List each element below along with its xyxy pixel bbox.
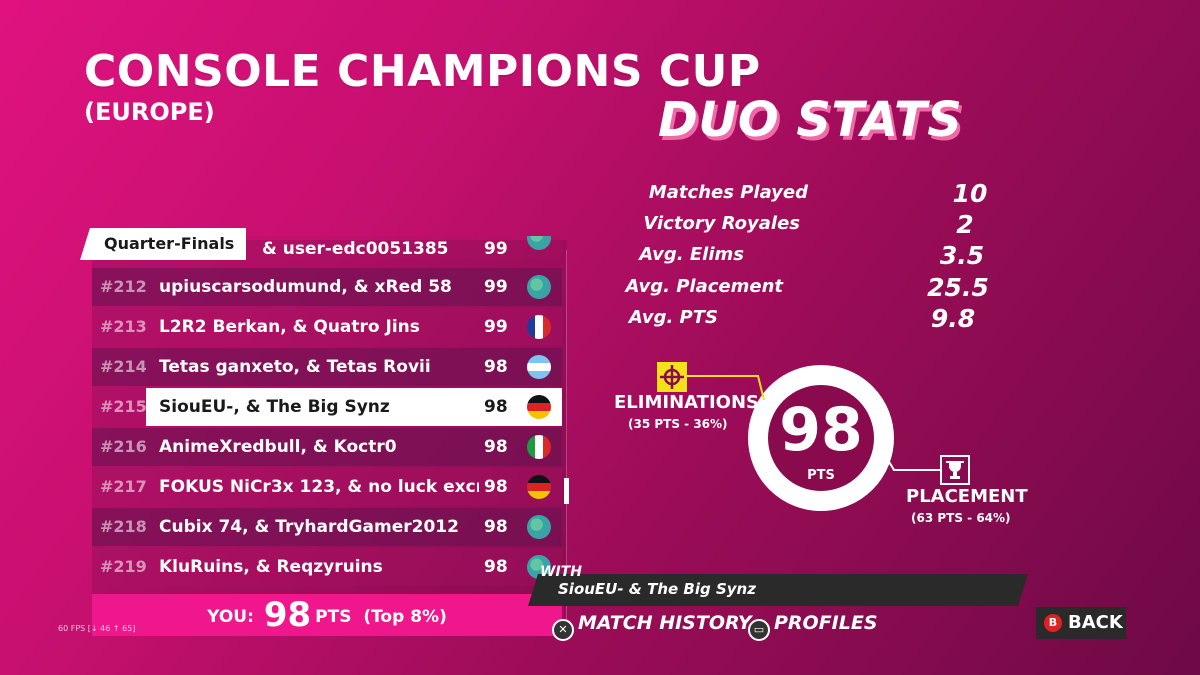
row-names: L2R2 Berkan, & Quatro Jins: [159, 317, 420, 337]
teammate-names: SiouEU- & The Big Synz: [558, 580, 756, 598]
total-points-label: PTS: [807, 468, 835, 483]
row-rank: #217: [100, 477, 147, 496]
match-history-label: MATCH HISTORY: [578, 612, 752, 634]
row-names: & user-edc0051385: [262, 239, 449, 258]
with-label: WITH: [540, 564, 582, 580]
you-prefix: YOU:: [207, 607, 254, 627]
table-row[interactable]: #219 KluRuins, & Reqzyruins 98: [92, 548, 562, 586]
table-row[interactable]: #217 FOKUS NiCr3x 123, & no luck excro 9…: [92, 468, 562, 506]
stat-label: Avg. Placement: [625, 276, 783, 297]
profiles-label: PROFILES: [774, 612, 878, 634]
row-points: 98: [484, 477, 508, 497]
you-unit: PTS: [315, 607, 352, 627]
match-history-button[interactable]: ✕ MATCH HISTORY: [552, 612, 752, 641]
row-names: Tetas ganxeto, & Tetas Rovii: [159, 357, 431, 377]
back-label: BACK: [1068, 612, 1123, 633]
row-names: KluRuins, & Reqzyruins: [159, 557, 383, 577]
stat-value: 2: [956, 210, 974, 239]
stat-value: 10: [952, 179, 988, 208]
row-points: 98: [484, 517, 508, 537]
fps-counter: 60 FPS [↓ 46 ↑ 65]: [58, 624, 136, 633]
you-rank: (Top 8%): [363, 607, 447, 627]
stat-label: Avg. Elims: [639, 244, 744, 265]
row-rank: #216: [100, 437, 147, 456]
row-names: AnimeXredbull, & Koctr0: [159, 437, 397, 457]
row-names: SiouEU-, & The Big Synz: [159, 397, 390, 417]
row-points: 98: [484, 437, 508, 457]
crosshair-icon: [657, 362, 687, 392]
row-points: 99: [484, 317, 508, 337]
stat-row-placement: Avg. Placement 25.5: [600, 273, 1020, 306]
placement-leader-line: [888, 460, 940, 471]
stat-row-victories: Victory Royales 2: [600, 210, 1020, 243]
table-row[interactable]: #216 AnimeXredbull, & Koctr0 98: [92, 428, 562, 466]
row-names: upiuscarsodumund, & xRed 58: [159, 277, 452, 297]
region-subtitle: (EUROPE): [84, 98, 215, 126]
table-row[interactable]: #213 L2R2 Berkan, & Quatro Jins 99: [92, 308, 562, 346]
stat-value: 25.5: [927, 273, 989, 302]
argentina-flag-icon: [527, 355, 551, 379]
profiles-button[interactable]: ▭ PROFILES: [748, 612, 878, 641]
row-rank: #218: [100, 517, 147, 536]
table-row[interactable]: #212 upiuscarsodumund, & xRed 58 99: [92, 268, 562, 306]
table-row[interactable]: #214 Tetas ganxeto, & Tetas Rovii 98: [92, 348, 562, 386]
row-rank: #215: [100, 397, 147, 416]
stat-label: Avg. PTS: [628, 307, 718, 328]
back-button[interactable]: B BACK: [1036, 607, 1126, 639]
row-points: 98: [484, 557, 508, 577]
stat-label: Victory Royales: [643, 213, 800, 234]
stat-row-pts: Avg. PTS 9.8: [600, 304, 1020, 337]
row-points: 98: [484, 357, 508, 377]
placement-subtext: (63 PTS - 64%): [911, 511, 1011, 525]
table-row[interactable]: #218 Cubix 74, & TryhardGamer2012 98: [92, 508, 562, 546]
eliminations-subtext: (35 PTS - 36%): [628, 417, 728, 431]
stat-label: Matches Played: [648, 182, 808, 203]
stat-row-matches: Matches Played 10: [600, 179, 1020, 212]
row-names: FOKUS NiCr3x 123, & no luck excro: [159, 477, 479, 497]
stats-title: DUO STATS: [658, 92, 963, 148]
row-rank: #212: [100, 277, 147, 296]
scrollbar-thumb[interactable]: [564, 478, 569, 504]
france-flag-icon: [527, 315, 551, 339]
stat-value: 3.5: [939, 241, 985, 270]
stat-value: 9.8: [930, 304, 976, 333]
you-points: 98: [263, 595, 312, 635]
globe-icon: [527, 275, 551, 299]
row-rank: #219: [100, 557, 147, 576]
row-points: 98: [484, 397, 508, 417]
trophy-icon: [940, 455, 970, 485]
tab-quarter-finals[interactable]: Quarter-Finals: [80, 228, 246, 260]
table-row-selected[interactable]: #215 SiouEU-, & The Big Synz 98: [100, 388, 562, 426]
italy-flag-icon: [527, 435, 551, 459]
x-button-icon: ✕: [552, 619, 574, 641]
row-rank: #214: [100, 357, 147, 376]
row-names: Cubix 74, & TryhardGamer2012: [159, 517, 459, 537]
total-points: 98: [779, 395, 863, 465]
globe-icon: [527, 236, 551, 250]
eliminations-label: ELIMINATIONS: [614, 392, 759, 413]
row-points: 99: [484, 239, 508, 258]
page-title: CONSOLE CHAMPIONS CUP: [84, 46, 761, 97]
b-button-icon: B: [1044, 614, 1062, 632]
placement-label: PLACEMENT: [906, 486, 1028, 507]
germany-flag-icon: [527, 475, 551, 499]
row-points: 99: [484, 277, 508, 297]
globe-icon: [527, 515, 551, 539]
your-score-bar: YOU: 98 PTS (Top 8%): [92, 594, 562, 636]
touchpad-button-icon: ▭: [748, 619, 770, 641]
stat-row-elims: Avg. Elims 3.5: [600, 241, 1020, 274]
germany-flag-icon: [527, 395, 551, 419]
row-rank: #213: [100, 317, 147, 336]
